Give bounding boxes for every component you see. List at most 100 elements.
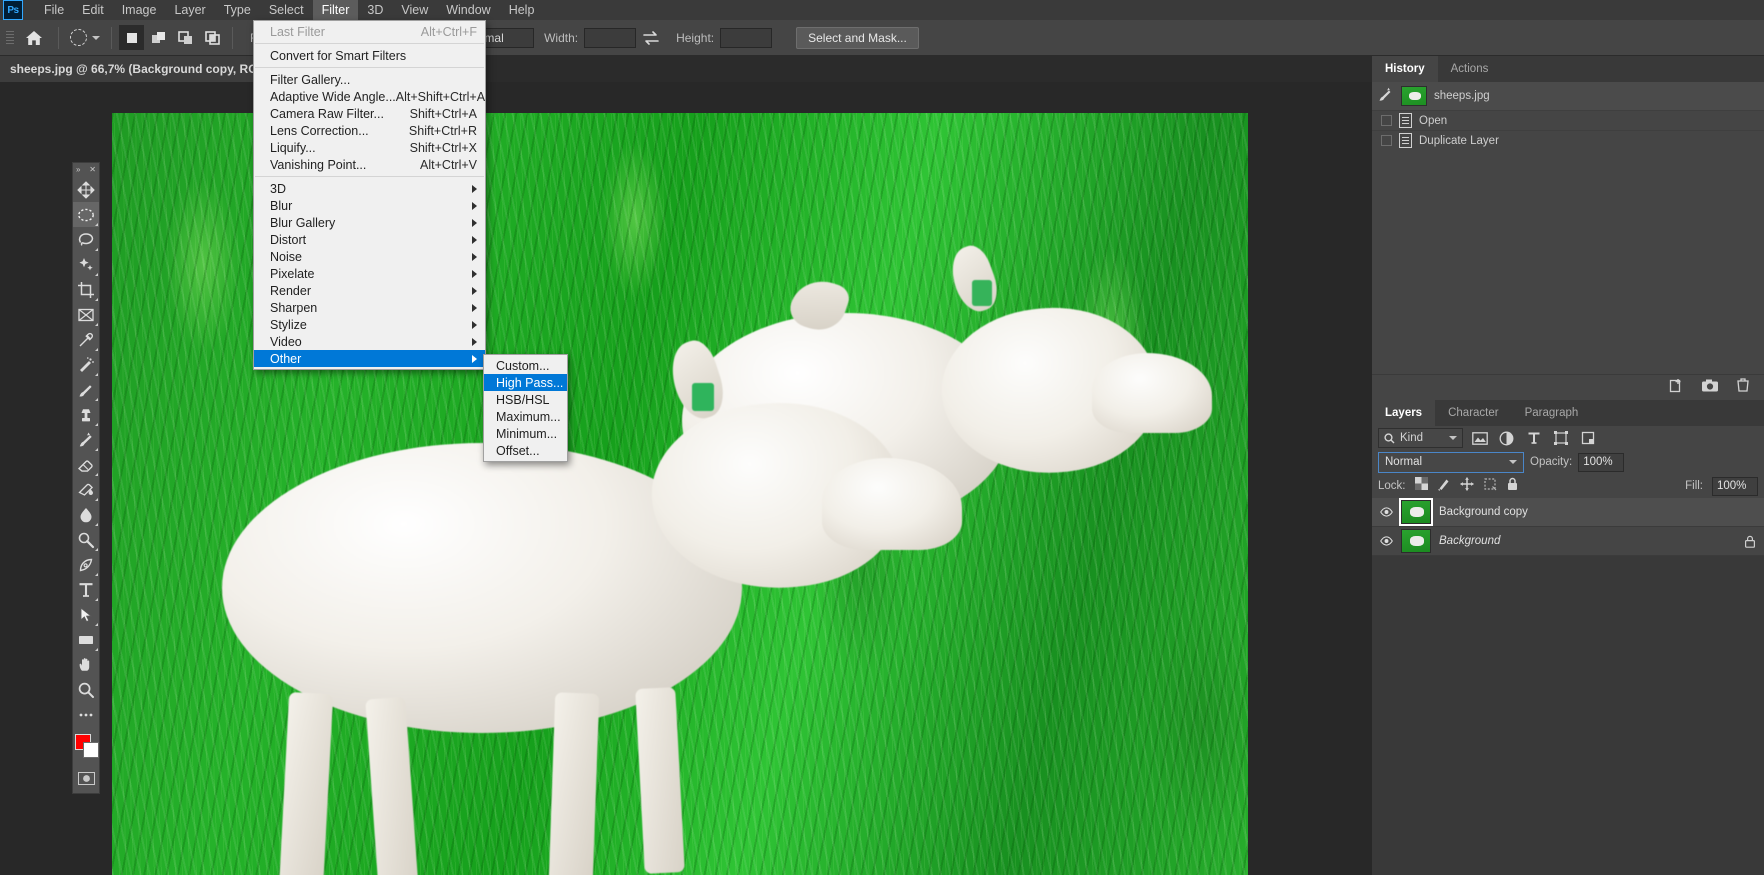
layer-row[interactable]: Background copy bbox=[1372, 498, 1764, 527]
menu-view[interactable]: View bbox=[392, 0, 437, 20]
layer-thumbnail[interactable] bbox=[1401, 529, 1431, 553]
tab-character[interactable]: Character bbox=[1435, 400, 1512, 426]
other-submenu-item-high-pass[interactable]: High Pass... bbox=[484, 374, 567, 391]
close-icon[interactable]: ✕ bbox=[89, 166, 96, 174]
rectangle-tool[interactable] bbox=[73, 627, 99, 652]
create-snapshot-icon[interactable] bbox=[1701, 378, 1719, 398]
menu-file[interactable]: File bbox=[35, 0, 73, 20]
add-to-selection-button[interactable] bbox=[146, 25, 171, 50]
history-state-row[interactable]: Open bbox=[1372, 110, 1764, 130]
lock-image-pixels-icon[interactable] bbox=[1437, 477, 1451, 496]
delete-icon[interactable] bbox=[1736, 377, 1750, 398]
layer-visibility-toggle-icon[interactable] bbox=[1380, 506, 1393, 519]
history-state-list[interactable]: sheeps.jpg Open Duplicate Layer bbox=[1372, 82, 1764, 150]
type-tool[interactable] bbox=[73, 577, 99, 602]
hand-tool[interactable] bbox=[73, 652, 99, 677]
new-document-from-state-icon[interactable] bbox=[1667, 378, 1684, 398]
quick-mask-toggle-icon[interactable] bbox=[73, 767, 99, 789]
tab-paragraph[interactable]: Paragraph bbox=[1511, 400, 1592, 426]
eraser-tool[interactable] bbox=[73, 452, 99, 477]
filter-menu-item-lens-correction[interactable]: Lens Correction... Shift+Ctrl+R bbox=[254, 122, 485, 139]
home-icon[interactable] bbox=[17, 21, 51, 55]
object-selection-tool[interactable] bbox=[73, 252, 99, 277]
filter-menu-item-distort[interactable]: Distort bbox=[254, 231, 485, 248]
blend-mode-select[interactable]: Normal bbox=[1378, 451, 1524, 473]
path-selection-tool[interactable] bbox=[73, 602, 99, 627]
history-brush-tool[interactable] bbox=[73, 427, 99, 452]
swap-arrows-icon[interactable] bbox=[640, 27, 662, 49]
shape-layers-filter-icon[interactable] bbox=[1550, 428, 1571, 448]
subtract-from-selection-button[interactable] bbox=[173, 25, 198, 50]
smart-object-filter-icon[interactable] bbox=[1577, 428, 1598, 448]
elliptical-marquee-tool[interactable] bbox=[73, 202, 99, 227]
filter-menu-item-sharpen[interactable]: Sharpen bbox=[254, 299, 485, 316]
layer-thumbnail[interactable] bbox=[1399, 498, 1433, 526]
new-selection-button[interactable] bbox=[119, 25, 144, 50]
blur-tool[interactable] bbox=[73, 502, 99, 527]
filter-menu-item-3d[interactable]: 3D bbox=[254, 180, 485, 197]
filter-menu-item-adaptive-wide-angle[interactable]: Adaptive Wide Angle... Alt+Shift+Ctrl+A bbox=[254, 88, 485, 105]
intersect-with-selection-button[interactable] bbox=[200, 25, 225, 50]
dodge-tool[interactable] bbox=[73, 527, 99, 552]
filter-menu-item-convert-for-smart-filters[interactable]: Convert for Smart Filters bbox=[254, 47, 485, 64]
lock-artboard-icon[interactable] bbox=[1483, 477, 1497, 496]
filter-menu-item-filter-gallery[interactable]: Filter Gallery... bbox=[254, 71, 485, 88]
filter-menu-item-noise[interactable]: Noise bbox=[254, 248, 485, 265]
filter-menu-item-camera-raw-filter[interactable]: Camera Raw Filter... Shift+Ctrl+A bbox=[254, 105, 485, 122]
crop-tool[interactable] bbox=[73, 277, 99, 302]
color-swatches[interactable] bbox=[72, 733, 100, 763]
history-brush-icon[interactable] bbox=[1378, 87, 1394, 105]
lasso-tool[interactable] bbox=[73, 227, 99, 252]
filter-menu-item-blur-gallery[interactable]: Blur Gallery bbox=[254, 214, 485, 231]
eyedropper-tool[interactable] bbox=[73, 327, 99, 352]
adjustment-layers-filter-icon[interactable] bbox=[1496, 428, 1517, 448]
menu-edit[interactable]: Edit bbox=[73, 0, 113, 20]
filter-other-submenu[interactable]: Custom... High Pass... HSB/HSL Maximum... Mi… bbox=[483, 354, 568, 462]
history-state-row[interactable]: Duplicate Layer bbox=[1372, 130, 1764, 150]
filter-menu[interactable]: Last Filter Alt+Ctrl+F Convert for Smart F… bbox=[253, 20, 486, 370]
lock-transparent-pixels-icon[interactable] bbox=[1414, 477, 1428, 495]
edit-toolbar-tool[interactable] bbox=[73, 702, 99, 727]
clone-stamp-tool[interactable] bbox=[73, 402, 99, 427]
frame-tool[interactable] bbox=[73, 302, 99, 327]
tool-preset-picker[interactable] bbox=[66, 29, 104, 46]
filter-menu-item-stylize[interactable]: Stylize bbox=[254, 316, 485, 333]
canvas-area[interactable] bbox=[0, 82, 1370, 875]
filter-menu-item-liquify[interactable]: Liquify... Shift+Ctrl+X bbox=[254, 139, 485, 156]
layer-row[interactable]: Background bbox=[1372, 527, 1764, 556]
layer-filter-kind-select[interactable]: Kind bbox=[1378, 428, 1463, 448]
filter-menu-item-other[interactable]: Other bbox=[254, 350, 485, 367]
menu-filter[interactable]: Filter bbox=[312, 0, 359, 20]
menu-layer[interactable]: Layer bbox=[165, 0, 214, 20]
other-submenu-item-offset[interactable]: Offset... bbox=[484, 442, 567, 459]
other-submenu-item-minimum[interactable]: Minimum... bbox=[484, 425, 567, 442]
filter-menu-item-blur[interactable]: Blur bbox=[254, 197, 485, 214]
fill-input[interactable]: 100% bbox=[1712, 476, 1758, 496]
history-snapshot-row[interactable]: sheeps.jpg bbox=[1372, 82, 1764, 110]
lock-all-icon[interactable] bbox=[1506, 477, 1519, 496]
gradient-tool[interactable] bbox=[73, 477, 99, 502]
tab-actions[interactable]: Actions bbox=[1437, 56, 1502, 82]
move-tool[interactable] bbox=[73, 177, 99, 202]
type-layers-filter-icon[interactable] bbox=[1523, 428, 1544, 448]
zoom-tool[interactable] bbox=[73, 677, 99, 702]
layer-visibility-toggle-icon[interactable] bbox=[1380, 535, 1393, 548]
pen-tool[interactable] bbox=[73, 552, 99, 577]
tab-layers[interactable]: Layers bbox=[1372, 400, 1436, 426]
menu-select[interactable]: Select bbox=[260, 0, 313, 20]
height-input[interactable] bbox=[720, 27, 773, 48]
history-snapshot-toggle[interactable] bbox=[1381, 115, 1392, 126]
pixel-layers-filter-icon[interactable] bbox=[1469, 428, 1490, 448]
options-bar-grip[interactable] bbox=[6, 27, 14, 49]
layer-list[interactable]: Background copy Background bbox=[1372, 498, 1764, 556]
background-color-swatch[interactable] bbox=[83, 742, 99, 758]
other-submenu-item-maximum[interactable]: Maximum... bbox=[484, 408, 567, 425]
select-and-mask-button[interactable]: Select and Mask... bbox=[796, 26, 919, 49]
width-input[interactable] bbox=[584, 27, 637, 48]
spot-healing-brush-tool[interactable] bbox=[73, 352, 99, 377]
menu-3d[interactable]: 3D bbox=[358, 0, 392, 20]
filter-menu-item-video[interactable]: Video bbox=[254, 333, 485, 350]
history-snapshot-toggle[interactable] bbox=[1381, 135, 1392, 146]
menu-image[interactable]: Image bbox=[113, 0, 166, 20]
filter-menu-item-vanishing-point[interactable]: Vanishing Point... Alt+Ctrl+V bbox=[254, 156, 485, 173]
